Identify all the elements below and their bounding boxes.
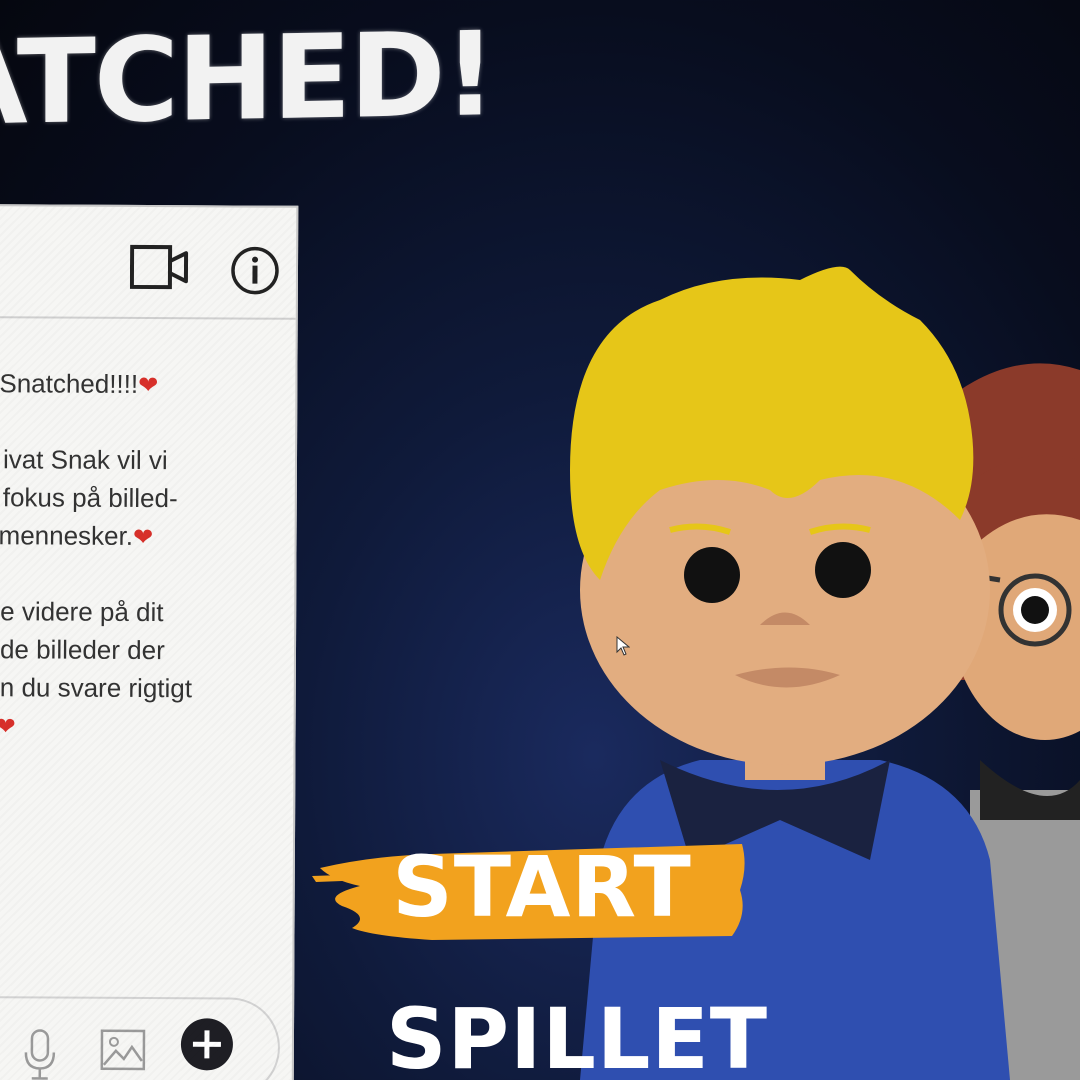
image-icon[interactable]: [100, 1029, 146, 1071]
message-line: fokus på billed-: [2, 482, 178, 514]
message-line: ❤: [0, 706, 16, 746]
message-line: ivat Snak vil vi: [2, 444, 168, 476]
message-line: e videre på dit: [0, 596, 164, 628]
mouse-cursor-icon: [616, 636, 630, 656]
first-character: [570, 266, 1010, 1080]
start-game-button[interactable]: START: [312, 836, 748, 946]
chat-header: [0, 206, 297, 320]
chat-input-bar[interactable]: [0, 995, 281, 1080]
chat-panel: Snatched!!!!❤ ivat Snak vil vi fokus på …: [0, 204, 299, 1080]
start-label[interactable]: START: [392, 838, 692, 936]
message-line: n du svare rigtigt: [0, 672, 193, 704]
info-icon[interactable]: [230, 245, 280, 295]
microphone-icon[interactable]: [22, 1026, 58, 1080]
heart-icon: ❤: [138, 371, 159, 400]
heart-icon: ❤: [0, 713, 16, 741]
plus-icon[interactable]: [180, 1017, 234, 1071]
game-title: ATCHED!: [0, 7, 495, 152]
heart-icon: ❤: [132, 523, 154, 552]
characters-illustration: [570, 266, 1080, 1080]
message-line: de billeder der: [0, 634, 165, 666]
spillet-label[interactable]: SPILLET: [386, 990, 768, 1080]
message-line: mennesker.❤: [0, 520, 154, 552]
message-line: Snatched!!!!❤: [0, 368, 159, 400]
video-call-icon[interactable]: [129, 243, 190, 293]
message-list: Snatched!!!!❤ ivat Snak vil vi fokus på …: [0, 356, 296, 740]
